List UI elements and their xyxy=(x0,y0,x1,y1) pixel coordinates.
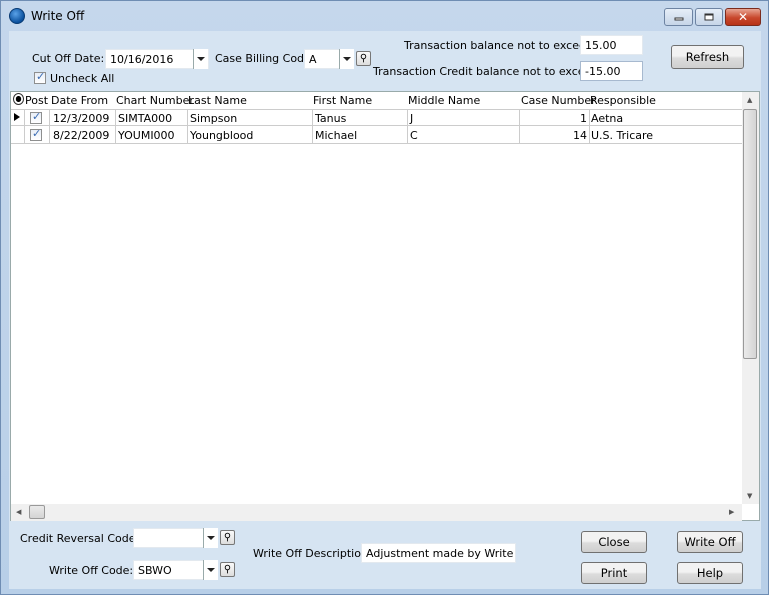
case-billing-lookup-icon[interactable]: ⚲ xyxy=(356,51,371,66)
credit-reversal-lookup-icon[interactable]: ⚲ xyxy=(220,530,235,545)
last-name-cell: Simpson xyxy=(190,112,238,125)
col-date-from[interactable]: Date From xyxy=(51,94,108,107)
grid-line xyxy=(519,109,520,143)
grid-line xyxy=(115,109,116,143)
txn-balance-label: Transaction balance not to exceed: xyxy=(404,39,597,52)
close-icon: ✕ xyxy=(737,10,749,24)
minimize-button[interactable] xyxy=(664,8,693,26)
grid-line xyxy=(24,109,25,143)
col-case-number[interactable]: Case Number xyxy=(521,94,596,107)
write-off-button[interactable]: Write Off xyxy=(677,531,743,553)
case-number-cell: 1 xyxy=(580,112,587,125)
cut-off-date-dropdown[interactable] xyxy=(193,49,208,69)
middle-name-cell: J xyxy=(410,112,414,125)
first-name-cell: Tanus xyxy=(315,112,347,125)
vertical-scrollbar[interactable]: ▲ ▼ xyxy=(742,92,759,504)
col-middle-name[interactable]: Middle Name xyxy=(408,94,480,107)
write-off-code-dropdown[interactable] xyxy=(203,560,218,580)
select-all-icon[interactable] xyxy=(13,93,24,105)
title-bar[interactable]: Write Off ✕ xyxy=(1,1,768,31)
col-post[interactable]: Post xyxy=(25,94,48,107)
txn-balance-input[interactable]: 15.00 xyxy=(580,35,643,55)
help-button[interactable]: Help xyxy=(677,562,743,584)
horizontal-scroll-thumb[interactable] xyxy=(29,505,45,519)
vertical-scroll-thumb[interactable] xyxy=(743,109,757,359)
horizontal-scrollbar[interactable]: ◀ ▶ xyxy=(11,504,742,521)
grid-line xyxy=(407,109,408,143)
date-from-cell: 8/22/2009 xyxy=(53,129,110,142)
scroll-down-icon[interactable]: ▼ xyxy=(747,492,752,500)
scroll-left-icon[interactable]: ◀ xyxy=(16,508,21,516)
txn-credit-label: Transaction Credit balance not to exceed… xyxy=(373,65,603,78)
table-row[interactable]: 8/22/2009 YOUMI000 Youngblood Michael C … xyxy=(11,127,742,144)
cut-off-date-label: Cut Off Date: xyxy=(32,52,105,65)
grid-line xyxy=(589,109,590,143)
uncheck-all-label: Uncheck All xyxy=(50,72,115,85)
col-last-name[interactable]: Last Name xyxy=(188,94,247,107)
write-off-description-input[interactable]: Adjustment made by Write Off xyxy=(361,543,516,563)
maximize-button[interactable] xyxy=(695,8,723,26)
first-name-cell: Michael xyxy=(315,129,358,142)
table-row[interactable]: 12/3/2009 SIMTA000 Simpson Tanus J 1 Aet… xyxy=(11,109,742,126)
close-button[interactable]: Close xyxy=(581,531,647,553)
current-row-indicator-icon xyxy=(14,113,20,121)
grid-line xyxy=(312,109,313,143)
app-icon xyxy=(9,8,25,24)
grid-line xyxy=(49,109,50,143)
chart-number-cell: YOUMI000 xyxy=(118,129,175,142)
write-off-code-label: Write Off Code: xyxy=(49,564,134,577)
middle-name-cell: C xyxy=(410,129,418,142)
grid-header: Post Date From Chart Number Last Name Fi… xyxy=(11,92,742,109)
last-name-cell: Youngblood xyxy=(190,129,254,142)
case-billing-code-label: Case Billing Code: xyxy=(215,52,315,65)
client-area: Cut Off Date: 10/16/2016 Case Billing Co… xyxy=(9,31,761,589)
post-checkbox[interactable] xyxy=(30,110,42,124)
minimize-icon xyxy=(674,17,683,21)
date-from-cell: 12/3/2009 xyxy=(53,112,110,125)
print-button[interactable]: Print xyxy=(581,562,647,584)
window-title: Write Off xyxy=(31,9,85,23)
maximize-icon xyxy=(704,13,714,21)
col-chart-number[interactable]: Chart Number xyxy=(116,94,194,107)
scroll-up-icon[interactable]: ▲ xyxy=(747,96,752,104)
uncheck-all-checkbox[interactable] xyxy=(34,70,46,84)
write-off-window: Write Off ✕ Cut Off Date: 10/16/2016 Cas… xyxy=(0,0,769,595)
credit-reversal-dropdown[interactable] xyxy=(203,528,218,548)
credit-reversal-code-label: Credit Reversal Code: xyxy=(20,532,140,545)
write-off-code-lookup-icon[interactable]: ⚲ xyxy=(220,562,235,577)
case-number-cell: 14 xyxy=(573,129,587,142)
col-responsible[interactable]: Responsible xyxy=(590,94,656,107)
col-first-name[interactable]: First Name xyxy=(313,94,372,107)
txn-credit-input[interactable]: -15.00 xyxy=(580,61,643,81)
case-billing-code-dropdown[interactable] xyxy=(339,49,354,69)
write-off-description-label: Write Off Description: xyxy=(253,547,372,560)
chart-number-cell: SIMTA000 xyxy=(118,112,173,125)
grid-line xyxy=(187,109,188,143)
responsible-cell: Aetna xyxy=(591,112,624,125)
scroll-right-icon[interactable]: ▶ xyxy=(729,508,734,516)
responsible-cell: U.S. Tricare xyxy=(591,129,654,142)
post-checkbox[interactable] xyxy=(30,127,42,141)
close-window-button[interactable]: ✕ xyxy=(725,8,761,26)
refresh-button[interactable]: Refresh xyxy=(671,45,744,69)
write-off-grid: Post Date From Chart Number Last Name Fi… xyxy=(10,91,760,521)
